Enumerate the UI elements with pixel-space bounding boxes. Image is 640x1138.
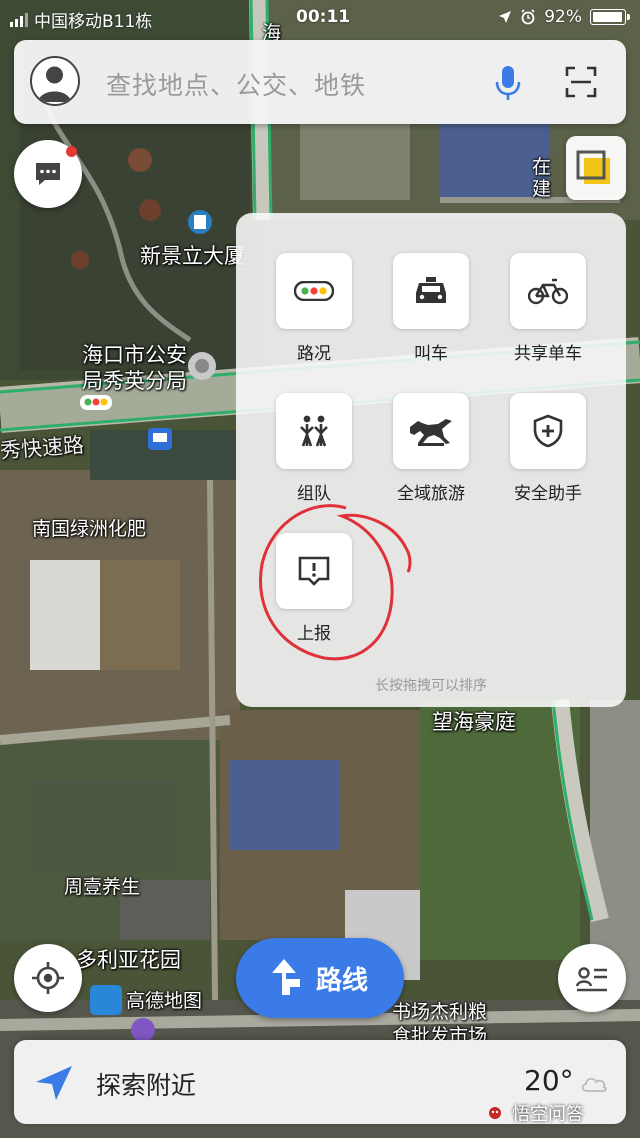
tools-panel: 路况 叫车 共享单车 组队 全域旅游 安全助手 上报 长按拖拽可以排序 bbox=[236, 213, 626, 707]
explore-nearby-label: 探索附近 bbox=[96, 1071, 197, 1100]
clock: 00:11 bbox=[296, 7, 351, 27]
panel-hint: 长按拖拽可以排序 bbox=[375, 678, 487, 694]
tool-label: 全域旅游 bbox=[397, 484, 465, 504]
map-label-construction: 在建 bbox=[532, 156, 552, 200]
bicycle-icon bbox=[528, 278, 568, 305]
map-layer-button[interactable] bbox=[566, 136, 626, 200]
chat-bubble-icon bbox=[36, 163, 60, 185]
tool-report[interactable]: 上报 bbox=[264, 533, 364, 644]
tool-label: 路况 bbox=[297, 344, 331, 364]
search-bar[interactable]: 查找地点、公交、地铁 bbox=[14, 40, 626, 124]
map-label-expressway: 秀快速路 bbox=[0, 433, 85, 463]
favorites-card-button[interactable] bbox=[558, 944, 626, 1012]
watermark-label: 悟空问答 bbox=[512, 1104, 584, 1125]
route-button[interactable]: 路线 bbox=[236, 938, 404, 1018]
taxi-icon bbox=[416, 277, 446, 303]
horse-icon bbox=[410, 419, 452, 446]
team-icon bbox=[300, 415, 328, 447]
map-label-wanghai[interactable]: 望海豪庭 bbox=[432, 706, 516, 736]
layers-icon bbox=[576, 150, 610, 184]
map-label-victoria[interactable]: 多利亚花园 bbox=[76, 944, 181, 974]
carrier-label: 中国移动 bbox=[34, 12, 102, 32]
signal-icon bbox=[10, 12, 28, 27]
tool-bike-share[interactable]: 共享单车 bbox=[498, 253, 598, 364]
map-label-fertilizer[interactable]: 南国绿洲化肥 bbox=[32, 514, 146, 541]
temperature: 20° bbox=[524, 1064, 574, 1097]
search-input[interactable]: 查找地点、公交、地铁 bbox=[106, 66, 366, 102]
map-label-building[interactable]: 新景立大厦 bbox=[140, 240, 245, 270]
tool-label: 组队 bbox=[297, 484, 331, 504]
tool-label: 叫车 bbox=[414, 344, 448, 364]
map-label-zhouyi[interactable]: 周壹养生 bbox=[64, 872, 140, 899]
traffic-light-icon bbox=[294, 281, 334, 301]
locate-button[interactable] bbox=[14, 944, 82, 1012]
tool-traffic[interactable]: 路况 bbox=[264, 253, 364, 364]
carrier-overlay-label: B11栋 bbox=[102, 12, 153, 32]
location-arrow-icon bbox=[499, 11, 512, 23]
map-label-amap: 高德地图 bbox=[126, 990, 203, 1012]
tool-label: 安全助手 bbox=[514, 484, 582, 504]
user-avatar-icon[interactable] bbox=[30, 56, 80, 106]
tool-tourism[interactable]: 全域旅游 bbox=[381, 393, 481, 504]
message-button[interactable] bbox=[14, 140, 82, 208]
tool-safety[interactable]: 安全助手 bbox=[498, 393, 598, 504]
tool-team[interactable]: 组队 bbox=[264, 393, 364, 504]
report-icon bbox=[298, 556, 330, 586]
tool-label: 共享单车 bbox=[514, 344, 582, 364]
microphone-icon[interactable] bbox=[494, 64, 522, 102]
navigation-arrow-icon bbox=[36, 1066, 72, 1100]
watermark: 悟空问答 bbox=[484, 1100, 584, 1126]
route-arrow-icon bbox=[272, 959, 300, 995]
map-label-police[interactable]: 海口市公安 局秀英分局 bbox=[82, 342, 187, 394]
tool-label: 上报 bbox=[297, 624, 331, 644]
tool-taxi[interactable]: 叫车 bbox=[381, 253, 481, 364]
wukong-logo-icon bbox=[484, 1102, 506, 1124]
shield-icon bbox=[533, 414, 563, 448]
cloud-icon bbox=[581, 1077, 607, 1092]
scan-icon[interactable] bbox=[565, 66, 597, 98]
alarm-icon bbox=[521, 9, 535, 25]
notification-dot bbox=[66, 146, 77, 157]
id-card-icon bbox=[575, 967, 607, 992]
route-label: 路线 bbox=[316, 966, 369, 996]
crosshair-icon bbox=[32, 962, 64, 994]
status-bar: 中国移动 B11栋 00:11 92% bbox=[0, 0, 640, 34]
battery-percent: 92% bbox=[544, 7, 582, 27]
battery-icon bbox=[590, 9, 630, 25]
